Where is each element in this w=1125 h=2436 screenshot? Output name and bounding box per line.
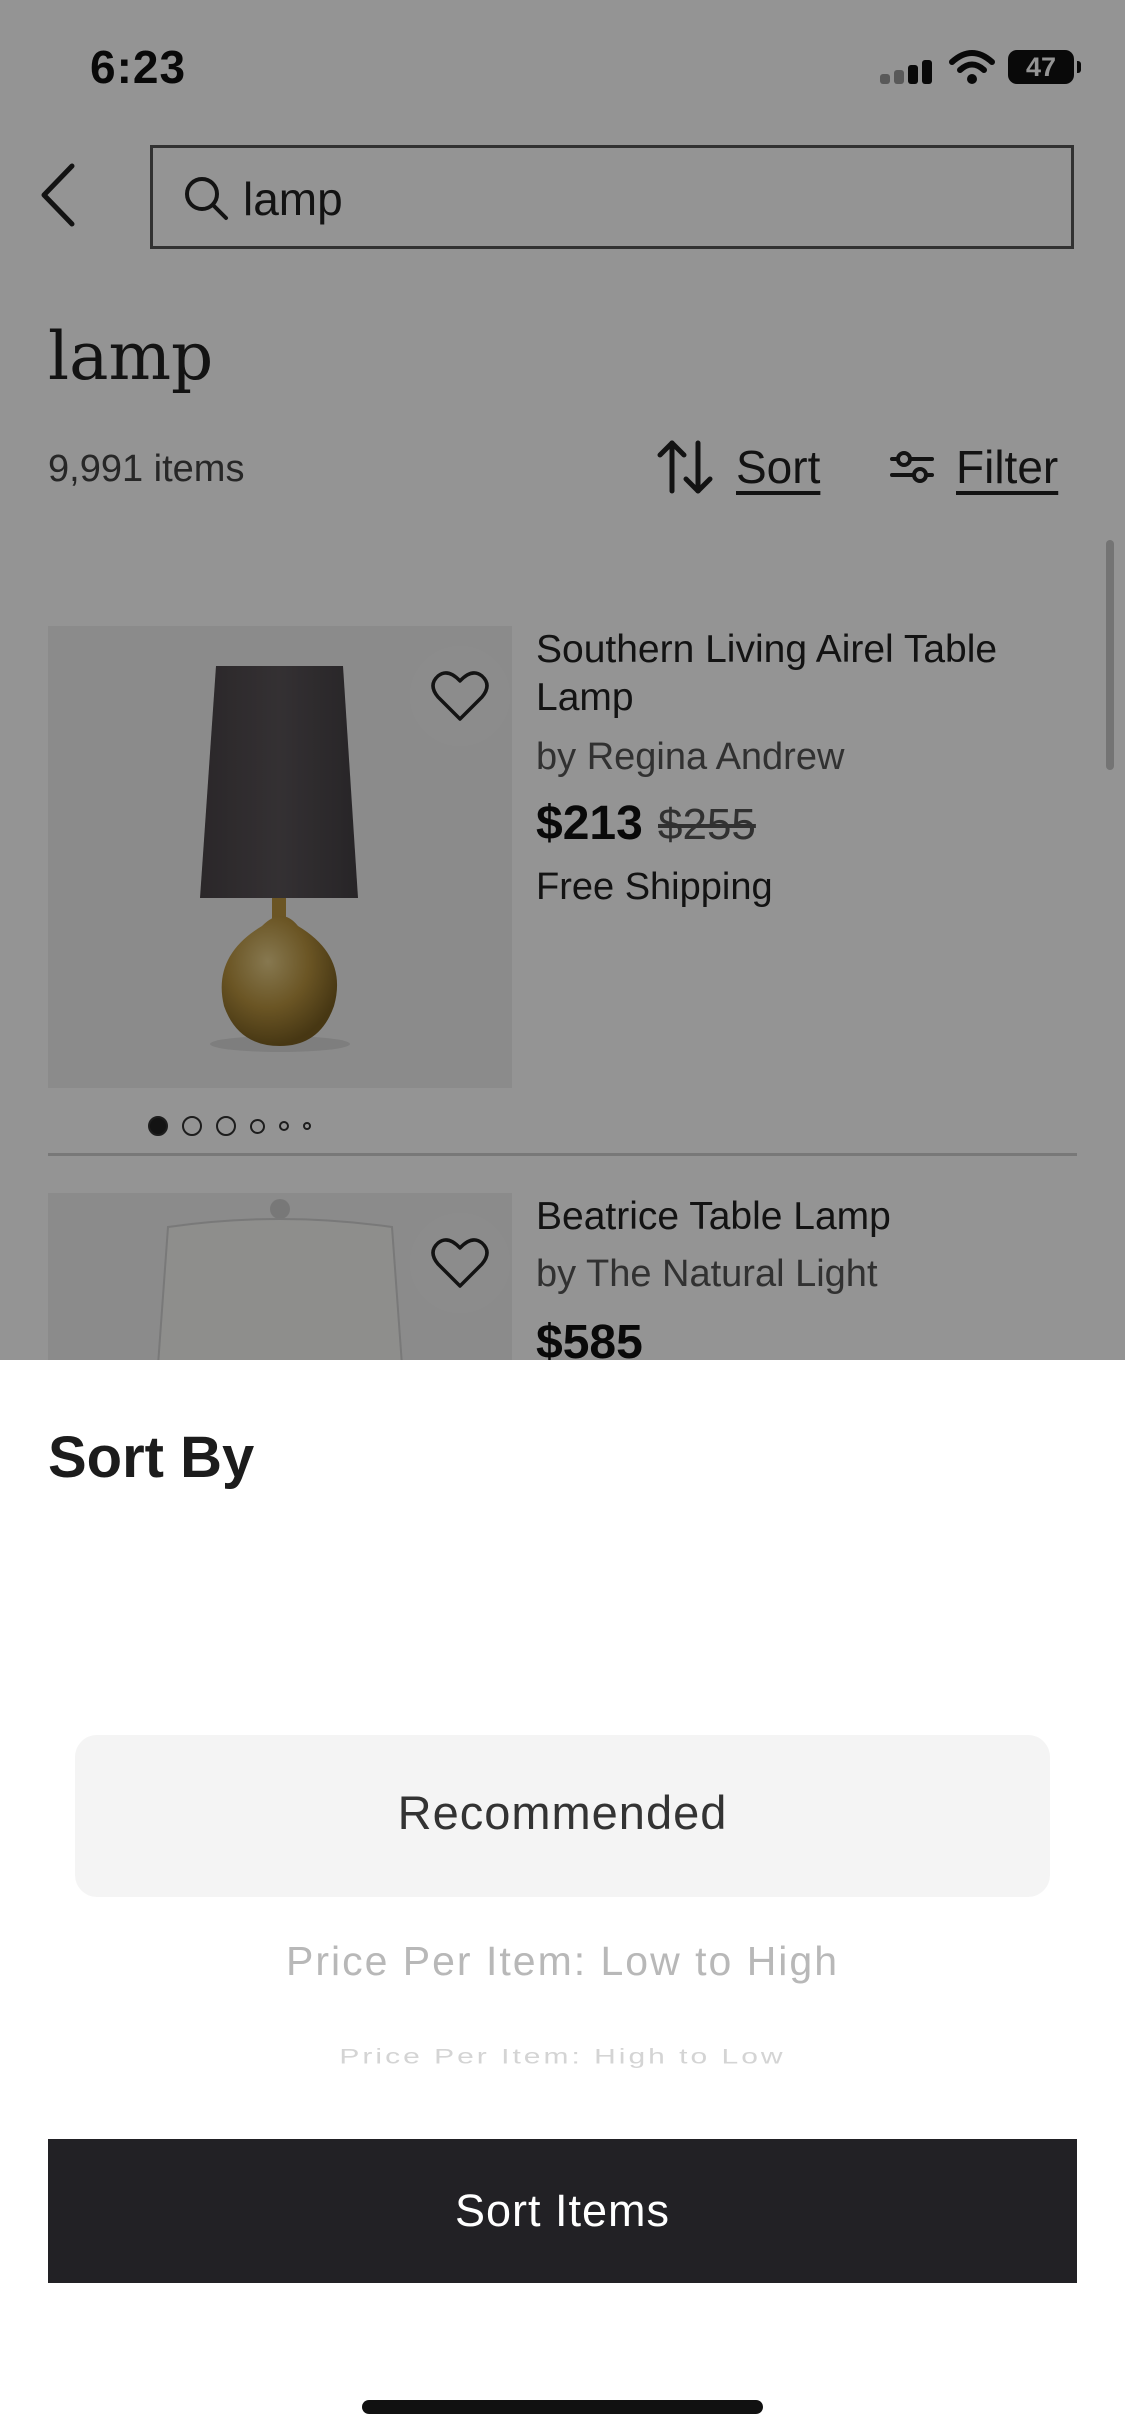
sort-option-recommended[interactable]: Recommended [0, 1785, 1125, 1840]
sort-bottom-sheet: Sort By Recommended Price Per Item: Low … [0, 1360, 1125, 2436]
search-results-page: 6:23 47 lamp lamp 9,991 items Sort Filte… [0, 0, 1125, 2436]
sort-items-button[interactable]: Sort Items [48, 2139, 1077, 2283]
sort-option-price-low-high[interactable]: Price Per Item: Low to High [0, 1938, 1125, 1985]
sheet-title: Sort By [48, 1425, 255, 1490]
sort-option-price-high-low[interactable]: Price Per Item: High to Low [0, 2045, 1125, 2069]
home-indicator [362, 2400, 763, 2414]
modal-backdrop[interactable] [0, 0, 1125, 1360]
